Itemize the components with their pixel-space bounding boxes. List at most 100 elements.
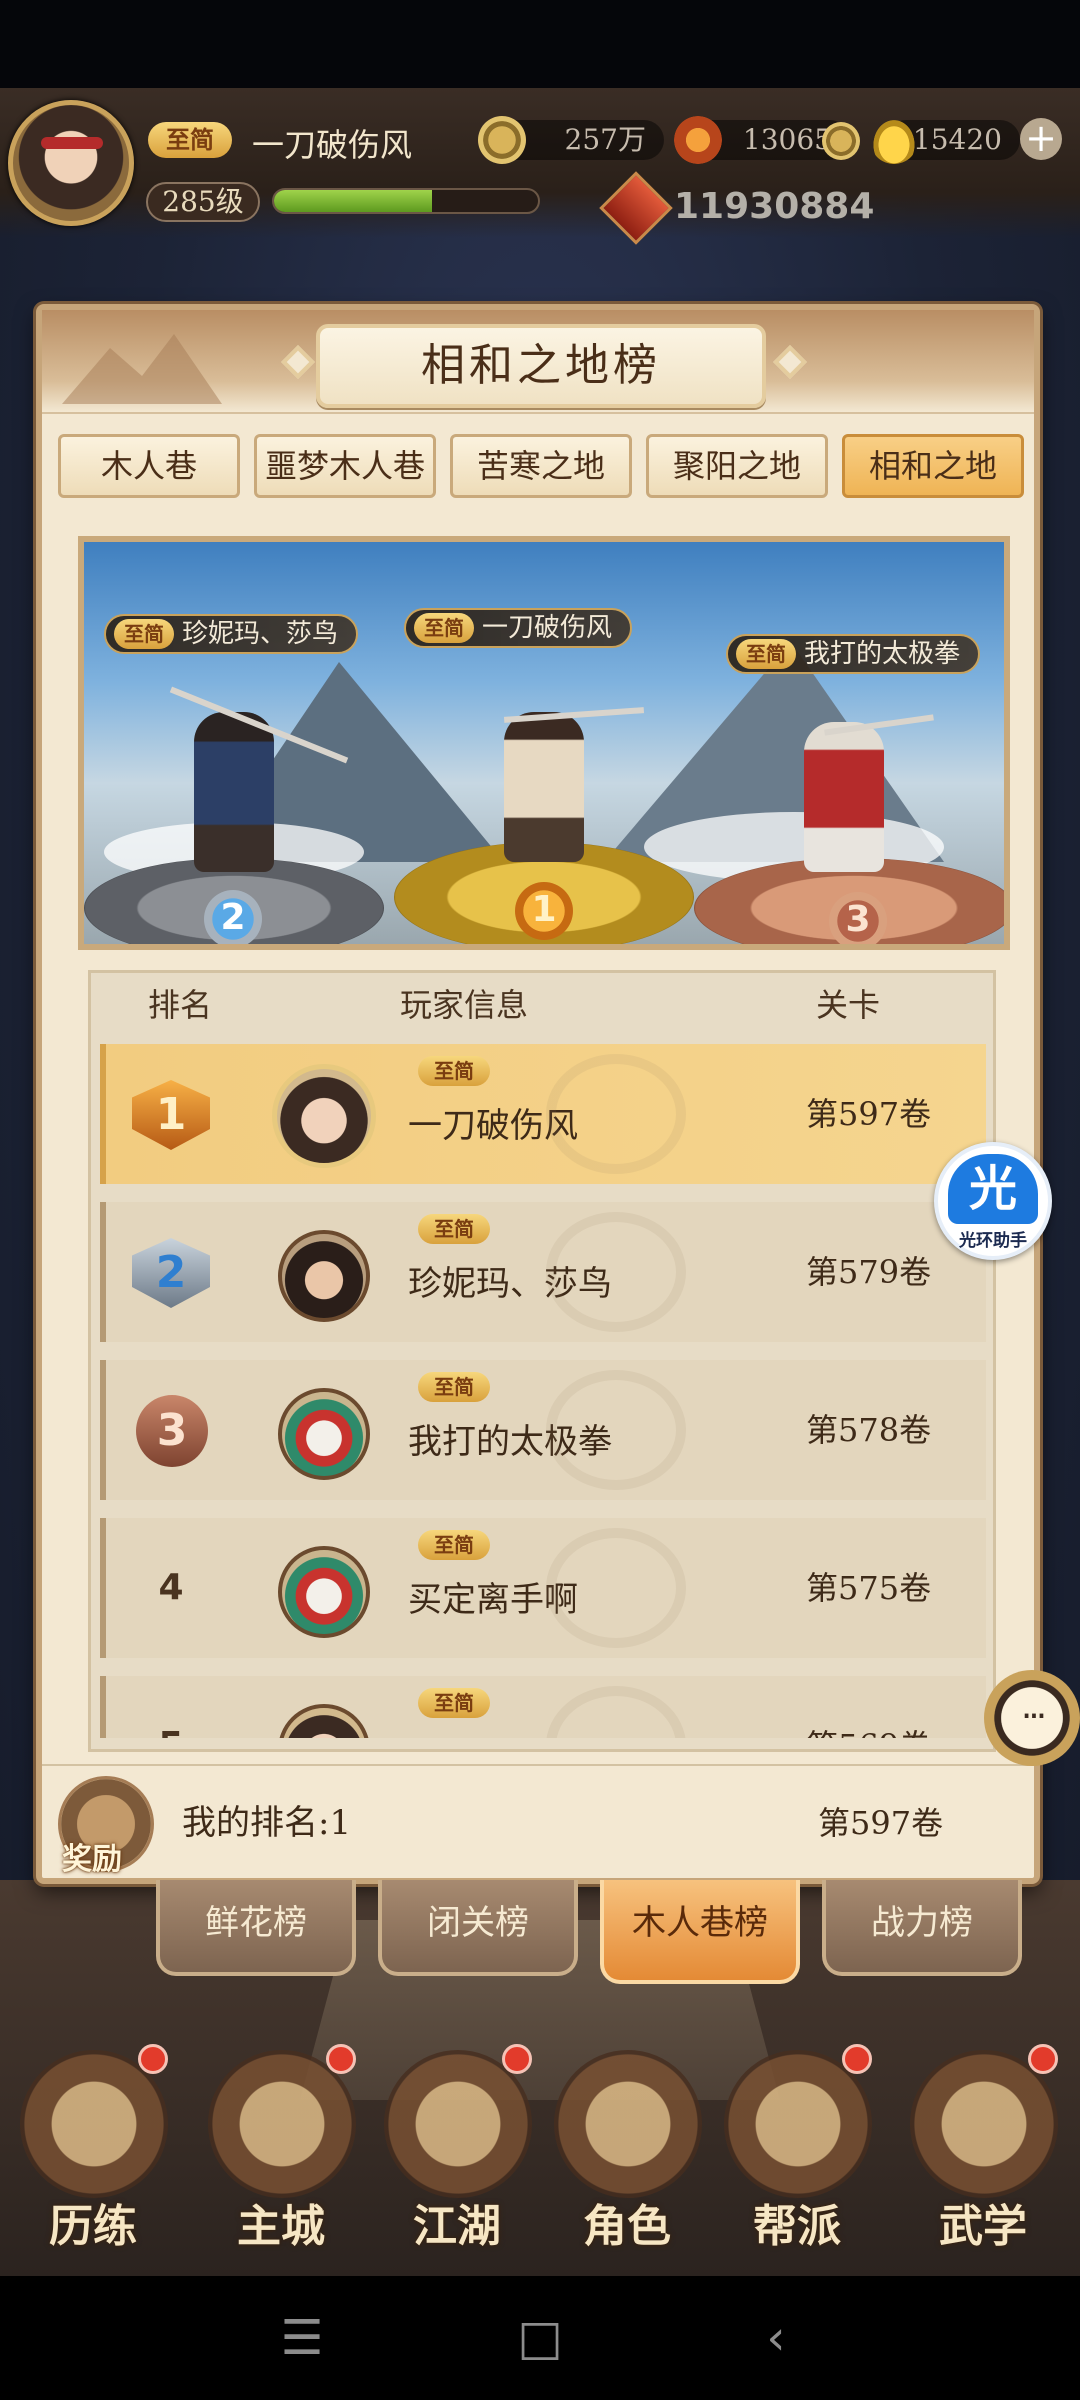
title-right-ornament <box>773 345 807 379</box>
title-badge: 至简 <box>418 1372 490 1402</box>
table-row[interactable]: 4 至简 买定离手啊 第575卷 <box>100 1518 986 1658</box>
ranking-list[interactable]: 1 至简 一刀破伤风 第597卷 2 至简 珍妮玛、莎鸟 第579卷 3 至简 … <box>100 1044 986 1738</box>
chat-bubble-button[interactable]: ··· <box>984 1670 1080 1766</box>
table-row[interactable]: 5 至简 打第 第569卷 <box>100 1676 986 1738</box>
add-currency-plus-icon[interactable]: + <box>1020 118 1062 160</box>
coin-icon <box>478 116 526 164</box>
row-watermark <box>546 1370 686 1490</box>
table-row[interactable]: 3 至简 我打的太极拳 第578卷 <box>100 1360 986 1500</box>
player-avatar[interactable] <box>8 100 134 226</box>
table-row[interactable]: 2 至简 珍妮玛、莎鸟 第579卷 <box>100 1202 986 1342</box>
nav-guild[interactable]: 帮派 <box>712 2040 882 2276</box>
tab-retreat-leaderboard[interactable]: 闭关榜 <box>378 1880 578 1976</box>
title-badge: 至简 <box>114 619 174 649</box>
title-badge: 至简 <box>418 1530 490 1560</box>
rank-2-medal-icon: 2 <box>204 890 262 944</box>
tab-nightmare-murenxiang[interactable]: 噩梦木人巷 <box>254 434 436 498</box>
row-watermark <box>546 1054 686 1174</box>
tab-juyang[interactable]: 聚阳之地 <box>646 434 828 498</box>
header-mountain-decoration <box>62 334 222 404</box>
stage-value: 第578卷 <box>806 1411 932 1449</box>
podium-name-2: 珍妮玛、莎鸟 <box>182 619 339 649</box>
nav-character[interactable]: 角色 <box>542 2040 712 2276</box>
title-badge: 至简 <box>418 1214 490 1244</box>
nav-label: 帮派 <box>753 2201 841 2252</box>
helper-label: 光环助手 <box>959 1231 1027 1251</box>
title-left-ornament <box>281 345 315 379</box>
row-watermark <box>546 1528 686 1648</box>
title-badge: 至简 <box>414 613 474 643</box>
podium-figure-3[interactable] <box>804 722 884 872</box>
stage-value: 第569卷 <box>806 1676 931 1738</box>
tab-kuhan[interactable]: 苦寒之地 <box>450 434 632 498</box>
nav-label: 历练 <box>49 2201 137 2252</box>
row-watermark <box>546 1686 686 1738</box>
player-tag: 至简 <box>418 1372 490 1402</box>
rank-1-medal-icon: 1 <box>515 882 573 940</box>
tab-murenxiang-leaderboard[interactable]: 木人巷榜 <box>600 1880 800 1984</box>
player-tag: 至简 <box>418 1214 490 1244</box>
row-watermark <box>546 1212 686 1332</box>
mask-avatar[interactable] <box>278 1388 370 1480</box>
my-stage-text: 第597卷 <box>818 1804 944 1842</box>
reward-label[interactable]: 奖励 <box>62 1834 122 1878</box>
nav-label: 角色 <box>583 2201 671 2252</box>
notification-dot <box>138 2044 168 2074</box>
halo-helper-button[interactable]: 光 光环助手 <box>934 1142 1052 1260</box>
podium-figure-2[interactable] <box>194 712 274 872</box>
exp-bar <box>272 188 540 214</box>
panel-title: 相和之地榜 <box>421 340 661 391</box>
region-tabs: 木人巷 噩梦木人巷 苦寒之地 聚阳之地 相和之地 <box>58 434 1028 498</box>
chat-icon: ··· <box>1020 1696 1047 1737</box>
nav-training[interactable]: 历练 <box>8 2040 178 2276</box>
mask-avatar[interactable] <box>278 1546 370 1638</box>
title-badge: 至简 <box>736 639 796 669</box>
podium-figure-1[interactable] <box>504 712 584 862</box>
rank-3-medal-icon: 3 <box>829 892 887 944</box>
girl-avatar[interactable] <box>272 1064 376 1168</box>
nav-main-city[interactable]: 主城 <box>196 2040 366 2276</box>
ingot-icon <box>870 116 918 164</box>
nav-jianghu[interactable]: 江湖 <box>372 2040 542 2276</box>
status-bar <box>0 0 1080 88</box>
title-badge: 至简 <box>418 1056 490 1086</box>
tab-xianghe[interactable]: 相和之地 <box>842 434 1024 498</box>
tab-flower-leaderboard[interactable]: 鲜花榜 <box>156 1880 356 1976</box>
rank-1-badge-icon: 1 <box>132 1080 210 1150</box>
nav-martial-arts[interactable]: 武学 <box>898 2040 1068 2276</box>
podium-tag-1: 至简 一刀破伤风 <box>404 608 633 648</box>
rank-number: 5 <box>136 1676 206 1738</box>
stage-value: 第597卷 <box>806 1095 932 1133</box>
header-stage: 关卡 <box>816 986 881 1024</box>
podium-tag-3: 至简 我打的太极拳 <box>726 634 981 674</box>
tab-power-leaderboard[interactable]: 战力榜 <box>822 1880 1022 1976</box>
notification-dot <box>326 2044 356 2074</box>
exp-fill <box>274 190 433 212</box>
bottom-nav: 历练 主城 江湖 角色 帮派 武学 <box>0 2040 1080 2276</box>
tab-murenxiang[interactable]: 木人巷 <box>58 434 240 498</box>
notification-dot <box>842 2044 872 2074</box>
my-rank-text: 我的排名:1 <box>182 1803 352 1843</box>
panel-header: 相和之地榜 <box>42 310 1034 414</box>
home-icon[interactable]: □ <box>508 2306 572 2370</box>
power-value: 11930884 <box>674 186 875 227</box>
bowl-icon <box>822 122 860 160</box>
notification-dot <box>502 2044 532 2074</box>
rank-2-badge-icon: 2 <box>132 1238 210 1308</box>
back-icon[interactable]: ‹ <box>744 2306 808 2370</box>
player-tag: 至简 <box>418 1530 490 1560</box>
stage-value: 第579卷 <box>806 1253 932 1291</box>
player-tag: 至简 <box>418 1056 490 1086</box>
nav-label: 江湖 <box>413 2201 501 2252</box>
player-name: 一刀破伤风 <box>252 126 413 164</box>
table-row[interactable]: 1 至简 一刀破伤风 第597卷 <box>100 1044 986 1184</box>
nav-label: 主城 <box>237 2201 325 2252</box>
title-badge: 至简 <box>418 1688 490 1718</box>
player-name: 打第 <box>408 1730 476 1738</box>
my-rank-bar: 奖励 我的排名:1 第597卷 <box>42 1764 1034 1878</box>
girl-avatar[interactable] <box>278 1704 370 1738</box>
system-nav-bar: ☰ □ ‹ <box>0 2276 1080 2400</box>
menu-icon[interactable]: ☰ <box>270 2306 334 2370</box>
boy-avatar[interactable] <box>278 1230 370 1322</box>
helper-glyph: 光 <box>948 1154 1038 1224</box>
